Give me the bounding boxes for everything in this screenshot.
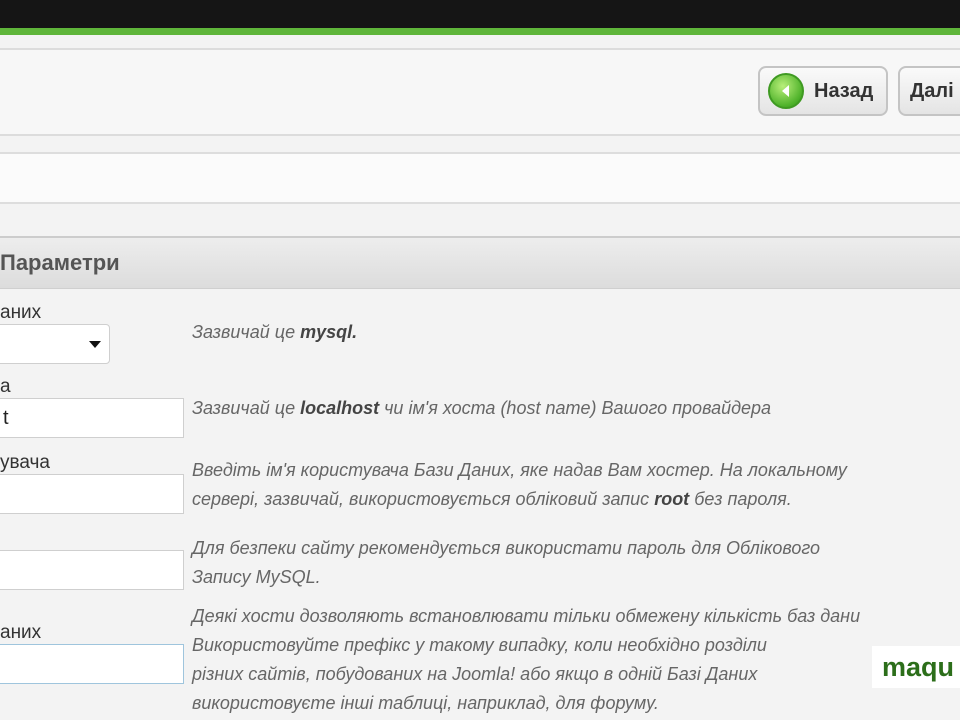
back-button[interactable]: Назад — [758, 66, 888, 116]
db-type-hint: Зазвичай це mysql. — [192, 322, 358, 342]
back-button-label: Назад — [814, 79, 874, 102]
steps-bar — [0, 152, 960, 204]
db-name-input[interactable] — [0, 644, 184, 684]
dropdown-caret-icon — [89, 341, 101, 348]
section-header: Параметри — [0, 236, 960, 289]
host-input[interactable]: t — [0, 398, 184, 438]
db-type-select[interactable] — [0, 324, 110, 364]
watermark-logo: maqu — [872, 646, 960, 688]
password-hint: Для безпеки сайту рекомендується викорис… — [192, 538, 821, 587]
username-label: увача — [0, 452, 50, 473]
host-label: а — [0, 376, 11, 397]
section-title: Параметри — [0, 250, 120, 275]
host-hint: Зазвичай це localhost чи ім'я хоста (hos… — [192, 398, 772, 418]
next-button-label: Далі — [910, 79, 954, 102]
next-button[interactable]: Далі — [898, 66, 960, 116]
db-type-label: аних — [0, 302, 42, 323]
db-name-label: аних — [0, 622, 42, 643]
username-input[interactable] — [0, 474, 184, 514]
username-hint: Введіть ім'я користувача Бази Даних, яке… — [192, 460, 847, 509]
top-bar — [0, 0, 960, 28]
db-name-hint: Деякі хости дозволяють встановлювати тіл… — [192, 606, 861, 713]
password-input[interactable] — [0, 550, 184, 590]
back-arrow-icon — [768, 73, 804, 109]
accent-line — [0, 28, 960, 35]
